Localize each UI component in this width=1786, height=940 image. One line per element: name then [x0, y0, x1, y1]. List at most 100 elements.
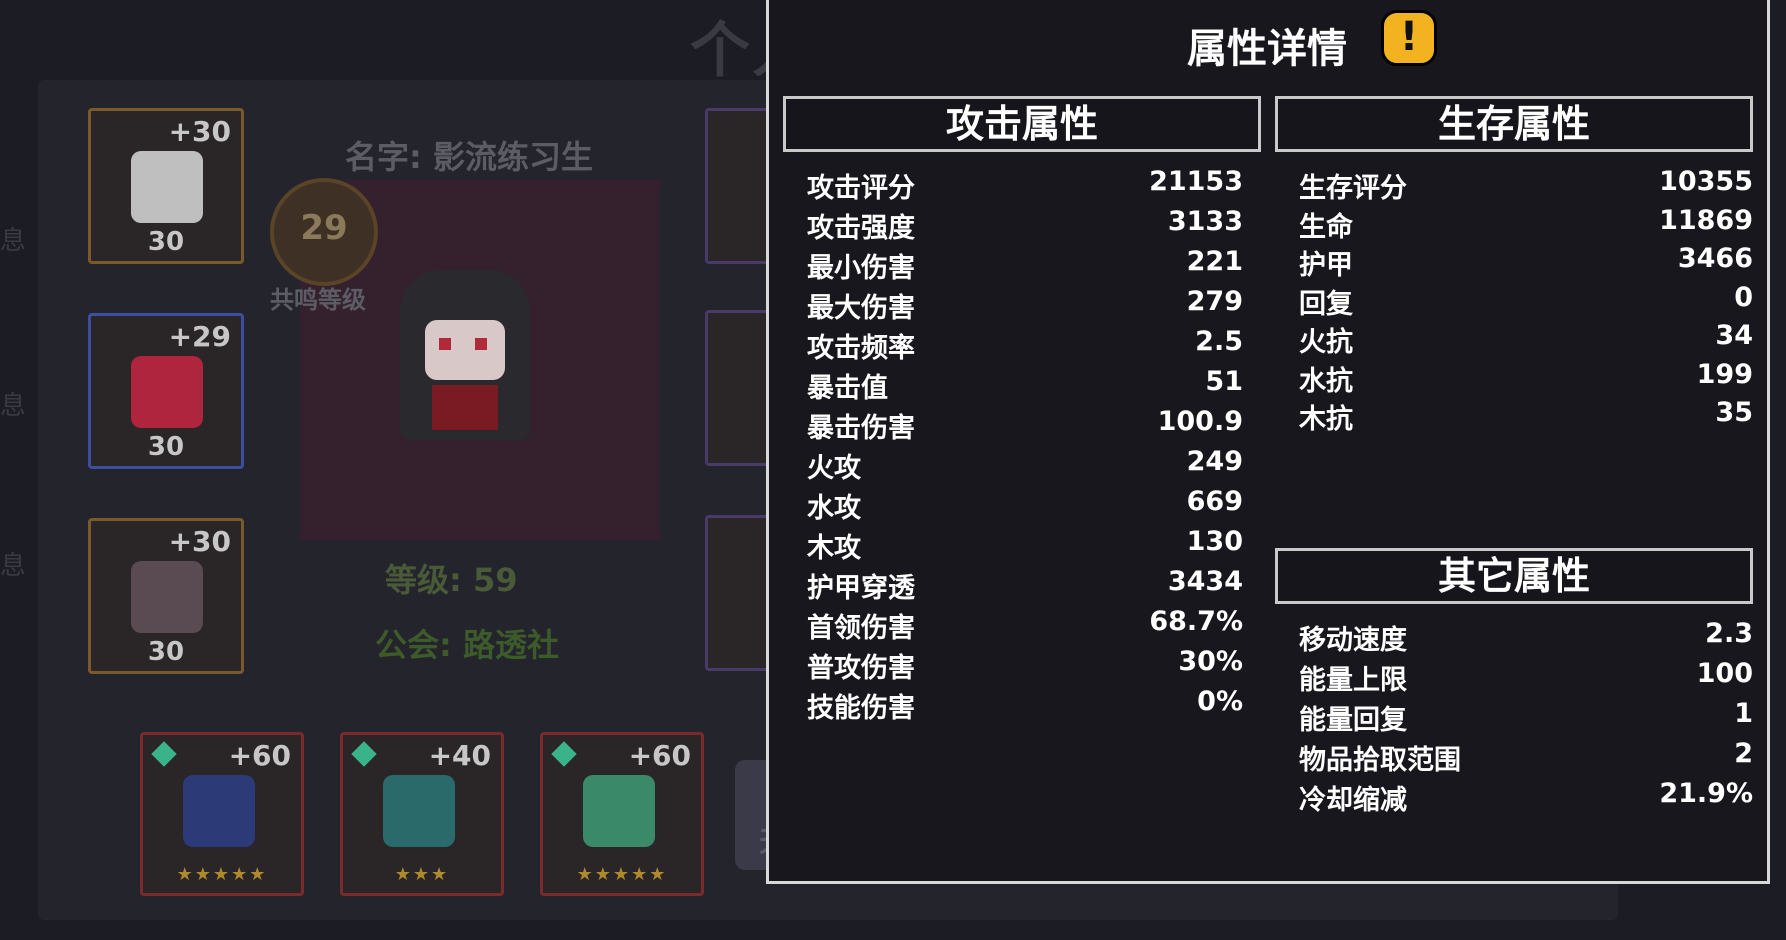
stat-label: 生存评分 [1299, 173, 1407, 204]
stat-row: 木抗 35 [1299, 397, 1753, 435]
armor-icon [131, 356, 203, 428]
stat-value: 21153 [1149, 166, 1243, 197]
stat-row: 水抗 199 [1299, 358, 1753, 397]
stat-value: 3434 [1167, 566, 1243, 597]
stat-label: 最大伤害 [807, 293, 915, 324]
stat-row: 暴击值 51 [807, 366, 1243, 404]
stat-label: 能量回复 [1299, 705, 1407, 736]
stat-value: 1 [1734, 698, 1753, 729]
stat-label: 护甲 [1299, 250, 1353, 281]
item-level: 30 [147, 227, 185, 257]
stat-label: 首领伤害 [807, 613, 915, 644]
stat-row: 攻击强度 3133 [807, 206, 1243, 244]
stat-label: 技能伤害 [807, 693, 915, 724]
stat-value: 34 [1715, 320, 1753, 351]
stat-label: 物品拾取范围 [1299, 745, 1461, 776]
helmet-icon [131, 151, 203, 223]
equip-slot-armor[interactable]: +29 30 [88, 313, 244, 469]
stat-row: 火抗 34 [1299, 320, 1753, 358]
equip-slot-right[interactable] [705, 310, 775, 466]
stat-value: 68.7% [1149, 606, 1243, 637]
sword-icon [583, 775, 655, 847]
exclamation-icon[interactable]: ! [1381, 10, 1437, 66]
side-tab[interactable]: 息 [0, 220, 26, 257]
claw-icon [183, 775, 255, 847]
stat-label: 暴击值 [807, 373, 888, 404]
stat-label: 普攻伤害 [807, 653, 915, 684]
guild-name[interactable]: 公会: 路透社 [375, 620, 559, 666]
weapon-slot-wings[interactable]: +40 ★★★ [340, 732, 504, 896]
enhance-level: +29 [168, 320, 231, 353]
weapon-slot-claw[interactable]: +60 ★★★★★ [140, 732, 304, 896]
gem-icon [551, 741, 577, 767]
gem-icon [151, 741, 177, 767]
stat-value: 249 [1186, 446, 1243, 477]
stat-value: 21.9% [1659, 778, 1753, 809]
stat-label: 暴击伤害 [807, 413, 915, 444]
wings-icon [383, 775, 455, 847]
enhance-level: +30 [168, 525, 231, 558]
survival-section-header: 生存属性 [1275, 96, 1753, 152]
stat-label: 最小伤害 [807, 253, 915, 284]
stat-row: 护甲穿透 3434 [807, 566, 1243, 604]
stat-value: 100 [1696, 658, 1753, 689]
equip-slot-helmet[interactable]: +30 30 [88, 108, 244, 264]
stat-label: 护甲穿透 [807, 573, 915, 604]
equip-slot-right[interactable] [705, 108, 775, 264]
gem-icon [351, 741, 377, 767]
stat-label: 回复 [1299, 288, 1353, 320]
stat-row: 移动速度 2.3 [1299, 618, 1753, 656]
character-face [425, 320, 505, 380]
stat-row: 普攻伤害 30% [807, 646, 1243, 684]
stat-value: 2.3 [1705, 618, 1753, 649]
item-level: 30 [147, 637, 185, 667]
weapon-slot-sword[interactable]: +60 ★★★★★ [540, 732, 704, 896]
stat-label: 火抗 [1299, 327, 1353, 358]
stat-value: 0 [1734, 281, 1753, 313]
character-level: 等级: 59 [385, 561, 518, 599]
stat-row: 水攻 669 [807, 486, 1243, 524]
stat-value: 3466 [1677, 243, 1753, 274]
stat-row: 生存评分 10355 [1299, 166, 1753, 204]
stat-label: 冷却缩减 [1299, 785, 1407, 816]
equip-slot-cloak[interactable]: +30 30 [88, 518, 244, 674]
resonance-label: 共鸣等级 [270, 286, 366, 314]
stat-row: 能量上限 100 [1299, 658, 1753, 696]
stat-row: 火攻 249 [807, 446, 1243, 484]
stat-row: 首领伤害 68.7% [807, 606, 1243, 644]
stat-label: 移动速度 [1299, 625, 1407, 656]
equip-slot-right[interactable] [705, 515, 775, 671]
stat-row: 护甲 3466 [1299, 243, 1753, 281]
stat-value: 10355 [1659, 166, 1753, 197]
star-rating: ★★★ [394, 864, 450, 885]
side-tab[interactable]: 息 [0, 545, 26, 582]
other-section-header: 其它属性 [1275, 548, 1753, 604]
stat-label: 水抗 [1299, 365, 1353, 397]
enhance-level: +40 [428, 739, 491, 772]
stat-value: 100.9 [1157, 406, 1243, 437]
stat-value: 0% [1197, 686, 1243, 717]
stat-value: 30% [1178, 646, 1243, 677]
character-body [432, 385, 498, 430]
stat-row: 冷却缩减 21.9% [1299, 778, 1753, 816]
stat-value: 199 [1696, 358, 1753, 390]
stat-label: 生命 [1299, 211, 1353, 243]
stat-value: 221 [1186, 246, 1243, 277]
stat-row: 最小伤害 221 [807, 246, 1243, 284]
stat-label: 能量上限 [1299, 665, 1407, 696]
stat-value: 3133 [1167, 206, 1243, 237]
item-level: 30 [147, 432, 185, 462]
attribute-details-popup: 属性详情 ! 攻击属性 生存属性 其它属性 攻击评分 21153 攻击强度 3133 最… [766, 0, 1770, 884]
character-name: 名字: 影流练习生 [345, 138, 593, 176]
stat-row: 回复 0 [1299, 281, 1753, 320]
stat-row: 攻击评分 21153 [807, 166, 1243, 204]
cloak-icon [131, 561, 203, 633]
stat-row: 能量回复 1 [1299, 698, 1753, 736]
side-tab[interactable]: 息 [0, 385, 26, 422]
popup-title: 属性详情 [1187, 26, 1347, 72]
stat-value: 2.5 [1195, 326, 1243, 357]
stat-row: 生命 11869 [1299, 205, 1753, 243]
stat-row: 暴击伤害 100.9 [807, 406, 1243, 444]
star-rating: ★★★★★ [576, 864, 668, 885]
stat-row: 物品拾取范围 2 [1299, 738, 1753, 776]
